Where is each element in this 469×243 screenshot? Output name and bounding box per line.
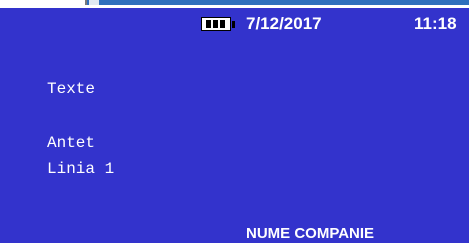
status-date: 7/12/2017	[246, 14, 322, 33]
battery-bar-segment	[206, 20, 211, 28]
battery-icon	[201, 17, 235, 31]
device-screen: 7/12/2017 11:18 Texte Antet Linia 1 NUME…	[0, 8, 469, 243]
screen-title: Texte	[47, 80, 96, 98]
status-time: 11:18	[414, 14, 457, 33]
window-top-strip	[0, 0, 469, 8]
company-name: NUME COMPANIE	[246, 225, 375, 242]
battery-cap	[232, 21, 235, 28]
menu-item-header[interactable]: Antet	[47, 134, 95, 152]
battery-bar-segment	[213, 20, 218, 28]
status-bar: 7/12/2017 11:18	[0, 8, 469, 40]
menu-item-line-1[interactable]: Linia 1	[47, 160, 114, 178]
window-tab	[85, 0, 469, 5]
battery-bar-segment	[220, 20, 225, 28]
